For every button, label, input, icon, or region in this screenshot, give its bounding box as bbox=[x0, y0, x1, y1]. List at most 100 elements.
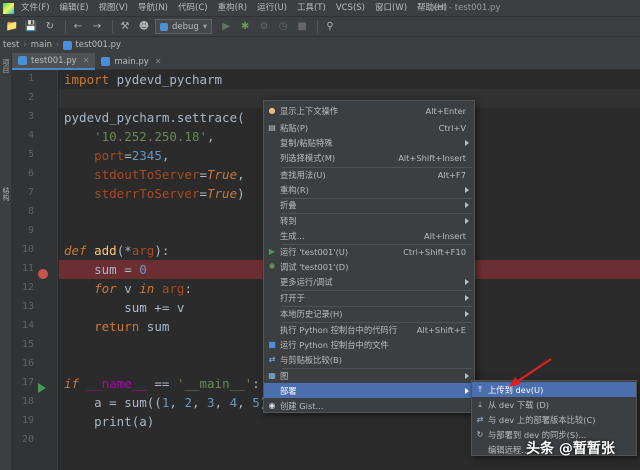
upload-icon: ⤒ bbox=[478, 384, 482, 394]
submenu-arrow-icon bbox=[465, 278, 469, 285]
stop-icon[interactable]: ■ bbox=[294, 19, 310, 35]
editor-gutter[interactable]: 1 2 3 4 5 6 7 8 9 10 11 12 13 14 15 16 1… bbox=[12, 70, 58, 470]
user-icon[interactable]: ☻ bbox=[136, 19, 152, 35]
menu-item-download[interactable]: ⤓ 从 dev 下载 (D) bbox=[472, 397, 636, 412]
line-number: 16 bbox=[21, 358, 34, 369]
menu-item-run-file-in-console[interactable]: ■ 运行 Python 控制台中的文件 bbox=[264, 337, 474, 352]
lightbulb-icon: ● bbox=[268, 106, 276, 115]
github-icon: ◉ bbox=[268, 401, 276, 410]
debug-icon[interactable]: ✱ bbox=[237, 19, 253, 35]
close-icon[interactable]: ✕ bbox=[155, 57, 162, 66]
save-all-icon[interactable]: 💾 bbox=[23, 19, 39, 35]
menu-item-column-selection[interactable]: 列选择模式(M) Alt+Shift+Insert bbox=[264, 150, 474, 165]
breadcrumb-item[interactable]: main bbox=[31, 40, 52, 50]
editor-tabs: test001.py ✕ main.py ✕ bbox=[12, 53, 640, 70]
line-number: 19 bbox=[21, 415, 34, 426]
line-number: 10 bbox=[21, 244, 34, 255]
run-icon: ▶ bbox=[268, 247, 276, 256]
line-number: 4 bbox=[27, 130, 34, 141]
menu-item-goto[interactable]: 转到 bbox=[264, 213, 474, 228]
tab-label: test001.py bbox=[31, 55, 77, 66]
sync-icon[interactable]: ↻ bbox=[42, 19, 58, 35]
menu-file[interactable]: 文件(F) bbox=[16, 0, 55, 16]
menu-tools[interactable]: 工具(T) bbox=[292, 0, 331, 16]
line-number: 3 bbox=[27, 111, 34, 122]
diff-icon: ⇄ bbox=[268, 355, 276, 364]
menu-item-exec-in-console[interactable]: 执行 Python 控制台中的代码行 Alt+Shift+E bbox=[264, 322, 474, 337]
run-gutter-icon[interactable] bbox=[38, 383, 46, 393]
line-number: 2 bbox=[27, 92, 34, 103]
menu-view[interactable]: 视图(V) bbox=[94, 0, 133, 16]
submenu-arrow-icon bbox=[465, 387, 469, 394]
toolbar: 📁 💾 ↻ ← → ⚒ ☻ debug ▾ ▶ ✱ ⚙ ◷ ■ ⚲ bbox=[0, 16, 640, 36]
open-folder-icon[interactable]: 📁 bbox=[4, 19, 20, 35]
menu-bar: 文件(F) 编辑(E) 视图(V) 导航(N) 代码(C) 重构(R) 运行(U… bbox=[0, 0, 640, 16]
tab-label: main.py bbox=[114, 56, 149, 67]
menu-item-generate[interactable]: 生成... Alt+Insert bbox=[264, 228, 474, 243]
menu-item-diagrams[interactable]: ▦ 图 bbox=[264, 368, 474, 383]
menu-item-paste[interactable]: ▤ 粘贴(P) Ctrl+V bbox=[264, 120, 474, 135]
code-line: import pydevd_pycharm bbox=[64, 72, 223, 87]
line-number: 5 bbox=[27, 149, 34, 160]
diagram-icon: ▦ bbox=[268, 371, 276, 380]
menu-window[interactable]: 窗口(W) bbox=[370, 0, 412, 16]
coverage-icon[interactable]: ⚙ bbox=[256, 19, 272, 35]
close-icon[interactable]: ✕ bbox=[83, 56, 90, 65]
line-number: 12 bbox=[21, 282, 34, 293]
menu-navigate[interactable]: 导航(N) bbox=[133, 0, 173, 16]
menu-item-open-in[interactable]: 打开于 bbox=[264, 290, 474, 305]
menu-vcs[interactable]: VCS(S) bbox=[331, 0, 370, 16]
line-number: 13 bbox=[21, 301, 34, 312]
menu-item-more-run-debug[interactable]: 更多运行/调试 bbox=[264, 274, 474, 289]
profile-icon[interactable]: ◷ bbox=[275, 19, 291, 35]
diff-icon: ⇄ bbox=[476, 415, 484, 424]
menu-item-deployment[interactable]: 部署 bbox=[264, 383, 474, 398]
menu-item-find-usages[interactable]: 查找用法(U) Alt+F7 bbox=[264, 167, 474, 182]
menu-code[interactable]: 代码(C) bbox=[173, 0, 213, 16]
forward-arrow-icon[interactable]: → bbox=[89, 19, 105, 35]
breadcrumb-item[interactable]: test bbox=[3, 40, 19, 50]
run-icon[interactable]: ▶ bbox=[218, 19, 234, 35]
menu-run[interactable]: 运行(U) bbox=[252, 0, 292, 16]
menu-item-run[interactable]: ▶ 运行 'test001'(U) Ctrl+Shift+F10 bbox=[264, 244, 474, 259]
left-tool-strip: 项目 结构 bbox=[0, 53, 12, 470]
menu-item-show-context-actions[interactable]: ● 显示上下文操作 Alt+Enter bbox=[264, 103, 474, 118]
search-icon[interactable]: ⚲ bbox=[322, 19, 338, 35]
context-menu: ● 显示上下文操作 Alt+Enter ▤ 粘贴(P) Ctrl+V 复制/粘贴… bbox=[263, 100, 475, 413]
run-config-select[interactable]: debug ▾ bbox=[155, 19, 213, 34]
hammer-icon[interactable]: ⚒ bbox=[117, 19, 133, 35]
breakpoint-icon[interactable] bbox=[38, 269, 48, 279]
submenu-arrow-icon bbox=[465, 372, 469, 379]
menu-item-copy-paste-special[interactable]: 复制/粘贴特殊 bbox=[264, 135, 474, 150]
python-file-icon bbox=[101, 57, 111, 66]
menu-item-compare-deployed[interactable]: ⇄ 与 dev 上的部署版本比较(C) bbox=[472, 412, 636, 427]
submenu-arrow-icon bbox=[465, 201, 469, 208]
menu-refactor[interactable]: 重构(R) bbox=[213, 0, 253, 16]
menu-item-create-gist[interactable]: ◉ 创建 Gist... bbox=[264, 398, 474, 413]
python-file-icon bbox=[18, 56, 27, 65]
breadcrumb: test › main › test001.py bbox=[0, 36, 640, 53]
menu-item-compare-clipboard[interactable]: ⇄ 与剪贴板比较(B) bbox=[264, 352, 474, 367]
chevron-down-icon: ▾ bbox=[202, 21, 208, 32]
menu-edit[interactable]: 编辑(E) bbox=[55, 0, 94, 16]
line-number: 17 bbox=[21, 377, 34, 388]
pycharm-logo-icon bbox=[0, 0, 16, 16]
toolbar-separator bbox=[317, 20, 319, 33]
submenu-arrow-icon bbox=[465, 217, 469, 224]
tab-main[interactable]: main.py ✕ bbox=[95, 53, 167, 70]
window-title: test - test001.py bbox=[430, 3, 501, 13]
download-icon: ⤓ bbox=[478, 399, 482, 409]
line-number: 20 bbox=[21, 434, 34, 445]
menu-item-refactor[interactable]: 重构(R) bbox=[264, 182, 474, 197]
breadcrumb-item[interactable]: test001.py bbox=[75, 40, 121, 50]
menu-item-folding[interactable]: 折叠 bbox=[264, 197, 474, 212]
submenu-arrow-icon bbox=[465, 310, 469, 317]
submenu-arrow-icon bbox=[465, 139, 469, 146]
project-tool-tab[interactable]: 项目 bbox=[1, 59, 11, 73]
menu-item-local-history[interactable]: 本地历史记录(H) bbox=[264, 306, 474, 321]
structure-tool-tab[interactable]: 结构 bbox=[1, 187, 11, 201]
python-console-icon: ■ bbox=[268, 340, 276, 349]
tab-test001[interactable]: test001.py ✕ bbox=[12, 53, 96, 70]
menu-item-debug[interactable]: ✱ 调试 'test001'(D) bbox=[264, 259, 474, 274]
back-arrow-icon[interactable]: ← bbox=[70, 19, 86, 35]
